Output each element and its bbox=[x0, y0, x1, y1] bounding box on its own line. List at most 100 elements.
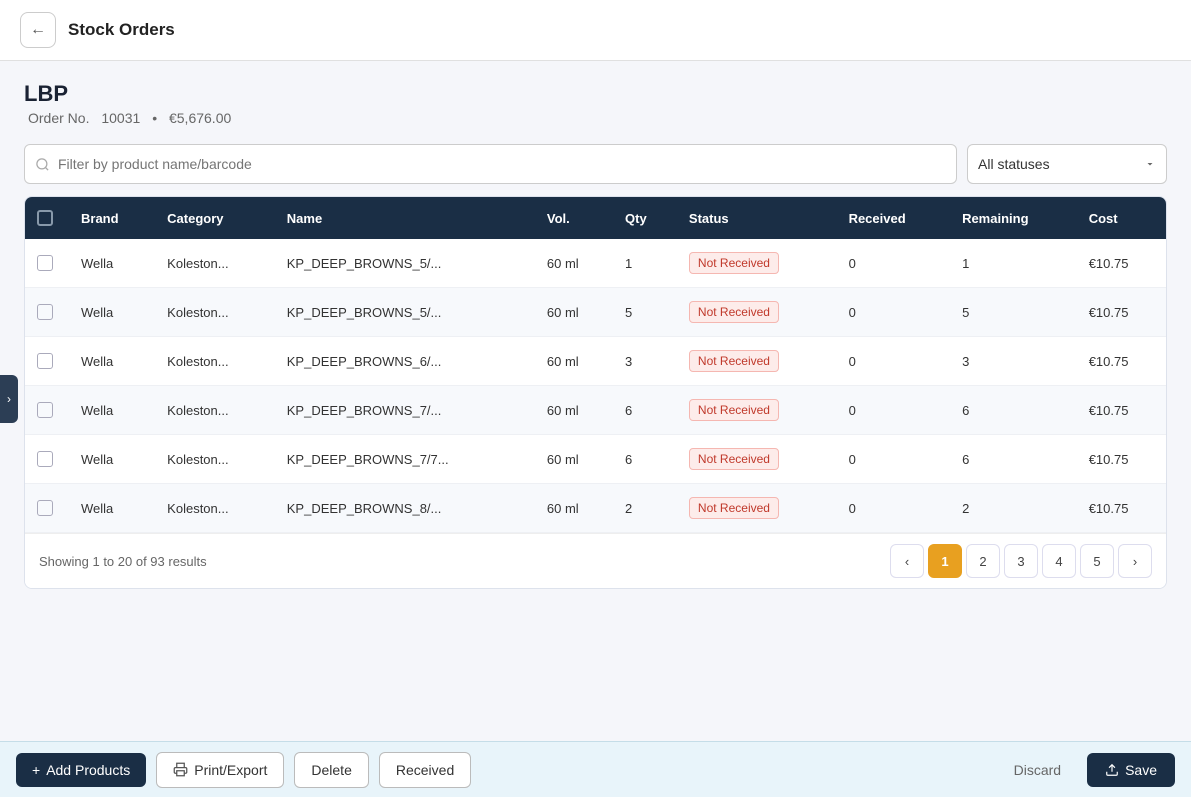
th-category: Category bbox=[155, 197, 275, 239]
table-row: Wella Koleston... KP_DEEP_BROWNS_7/7... … bbox=[25, 435, 1166, 484]
showing-text: Showing 1 to 20 of 93 results bbox=[39, 554, 207, 569]
row-checkbox[interactable] bbox=[37, 402, 53, 418]
row-remaining: 2 bbox=[950, 484, 1077, 533]
prev-page-button[interactable]: ‹ bbox=[890, 544, 924, 578]
row-brand: Wella bbox=[69, 337, 155, 386]
add-products-button[interactable]: + Add Products bbox=[16, 753, 146, 787]
print-export-button[interactable]: Print/Export bbox=[156, 752, 284, 788]
toolbar: All statuses Not Received Partially Rece… bbox=[24, 144, 1167, 184]
th-brand: Brand bbox=[69, 197, 155, 239]
page-button-2[interactable]: 2 bbox=[966, 544, 1000, 578]
th-qty: Qty bbox=[613, 197, 677, 239]
save-icon bbox=[1105, 763, 1119, 777]
table-row: Wella Koleston... KP_DEEP_BROWNS_6/... 6… bbox=[25, 337, 1166, 386]
row-checkbox[interactable] bbox=[37, 500, 53, 516]
th-received: Received bbox=[837, 197, 951, 239]
th-cost: Cost bbox=[1077, 197, 1166, 239]
row-qty: 5 bbox=[613, 288, 677, 337]
search-input[interactable] bbox=[58, 156, 946, 172]
prev-icon: ‹ bbox=[905, 554, 909, 569]
next-icon: › bbox=[1133, 554, 1137, 569]
back-button[interactable]: ← bbox=[20, 12, 56, 48]
row-cost: €10.75 bbox=[1077, 435, 1166, 484]
table-body: Wella Koleston... KP_DEEP_BROWNS_5/... 6… bbox=[25, 239, 1166, 533]
separator: • bbox=[152, 110, 157, 126]
row-category: Koleston... bbox=[155, 386, 275, 435]
row-checkbox-cell bbox=[25, 435, 69, 484]
row-checkbox[interactable] bbox=[37, 451, 53, 467]
page-button-4[interactable]: 4 bbox=[1042, 544, 1076, 578]
row-category: Koleston... bbox=[155, 288, 275, 337]
sidebar-toggle[interactable]: › bbox=[0, 375, 18, 423]
add-products-label: Add Products bbox=[46, 762, 130, 778]
row-vol: 60 ml bbox=[535, 288, 613, 337]
page-button-5[interactable]: 5 bbox=[1080, 544, 1114, 578]
row-qty: 2 bbox=[613, 484, 677, 533]
row-name: KP_DEEP_BROWNS_5/... bbox=[275, 288, 535, 337]
row-received: 0 bbox=[837, 435, 951, 484]
row-category: Koleston... bbox=[155, 239, 275, 288]
page-button-3[interactable]: 3 bbox=[1004, 544, 1038, 578]
pagination: ‹ 1 2 3 4 5 › bbox=[890, 544, 1152, 578]
row-checkbox-cell bbox=[25, 386, 69, 435]
content-area: LBP Order No. 10031 • €5,676.00 All stat… bbox=[0, 61, 1191, 609]
order-meta: Order No. 10031 • €5,676.00 bbox=[24, 110, 1167, 126]
row-remaining: 3 bbox=[950, 337, 1077, 386]
row-status: Not Received bbox=[677, 435, 837, 484]
row-vol: 60 ml bbox=[535, 337, 613, 386]
row-brand: Wella bbox=[69, 239, 155, 288]
row-cost: €10.75 bbox=[1077, 288, 1166, 337]
status-filter[interactable]: All statuses Not Received Partially Rece… bbox=[967, 144, 1167, 184]
th-vol: Vol. bbox=[535, 197, 613, 239]
order-header: LBP Order No. 10031 • €5,676.00 bbox=[24, 81, 1167, 126]
status-badge: Not Received bbox=[689, 350, 779, 372]
status-badge: Not Received bbox=[689, 252, 779, 274]
th-remaining: Remaining bbox=[950, 197, 1077, 239]
row-cost: €10.75 bbox=[1077, 484, 1166, 533]
status-badge: Not Received bbox=[689, 497, 779, 519]
th-checkbox bbox=[25, 197, 69, 239]
order-no-label: Order No. bbox=[28, 110, 89, 126]
search-wrap bbox=[24, 144, 957, 184]
row-status: Not Received bbox=[677, 484, 837, 533]
delete-label: Delete bbox=[311, 762, 351, 778]
row-checkbox-cell bbox=[25, 288, 69, 337]
search-icon bbox=[35, 157, 50, 172]
status-badge: Not Received bbox=[689, 399, 779, 421]
row-received: 0 bbox=[837, 484, 951, 533]
row-cost: €10.75 bbox=[1077, 386, 1166, 435]
received-label: Received bbox=[396, 762, 454, 778]
row-brand: Wella bbox=[69, 484, 155, 533]
page-button-1[interactable]: 1 bbox=[928, 544, 962, 578]
row-remaining: 1 bbox=[950, 239, 1077, 288]
row-received: 0 bbox=[837, 386, 951, 435]
next-page-button[interactable]: › bbox=[1118, 544, 1152, 578]
row-name: KP_DEEP_BROWNS_5/... bbox=[275, 239, 535, 288]
row-brand: Wella bbox=[69, 386, 155, 435]
row-status: Not Received bbox=[677, 337, 837, 386]
row-checkbox[interactable] bbox=[37, 353, 53, 369]
discard-button[interactable]: Discard bbox=[998, 753, 1077, 787]
row-cost: €10.75 bbox=[1077, 337, 1166, 386]
th-name: Name bbox=[275, 197, 535, 239]
row-vol: 60 ml bbox=[535, 386, 613, 435]
product-table: Brand Category Name Vol. Qty Status Rece… bbox=[25, 197, 1166, 533]
row-checkbox-cell bbox=[25, 484, 69, 533]
select-all-checkbox[interactable] bbox=[37, 210, 53, 226]
row-checkbox[interactable] bbox=[37, 255, 53, 271]
row-checkbox[interactable] bbox=[37, 304, 53, 320]
delete-button[interactable]: Delete bbox=[294, 752, 368, 788]
order-no: 10031 bbox=[101, 110, 140, 126]
received-button[interactable]: Received bbox=[379, 752, 471, 788]
row-remaining: 6 bbox=[950, 386, 1077, 435]
top-bar: ← Stock Orders bbox=[0, 0, 1191, 61]
product-table-container: Brand Category Name Vol. Qty Status Rece… bbox=[24, 196, 1167, 589]
row-name: KP_DEEP_BROWNS_8/... bbox=[275, 484, 535, 533]
pagination-row: Showing 1 to 20 of 93 results ‹ 1 2 3 4 … bbox=[25, 533, 1166, 588]
status-badge: Not Received bbox=[689, 301, 779, 323]
row-vol: 60 ml bbox=[535, 239, 613, 288]
order-name: LBP bbox=[24, 81, 1167, 107]
table-row: Wella Koleston... KP_DEEP_BROWNS_7/... 6… bbox=[25, 386, 1166, 435]
save-button[interactable]: Save bbox=[1087, 753, 1175, 787]
plus-icon: + bbox=[32, 762, 40, 778]
